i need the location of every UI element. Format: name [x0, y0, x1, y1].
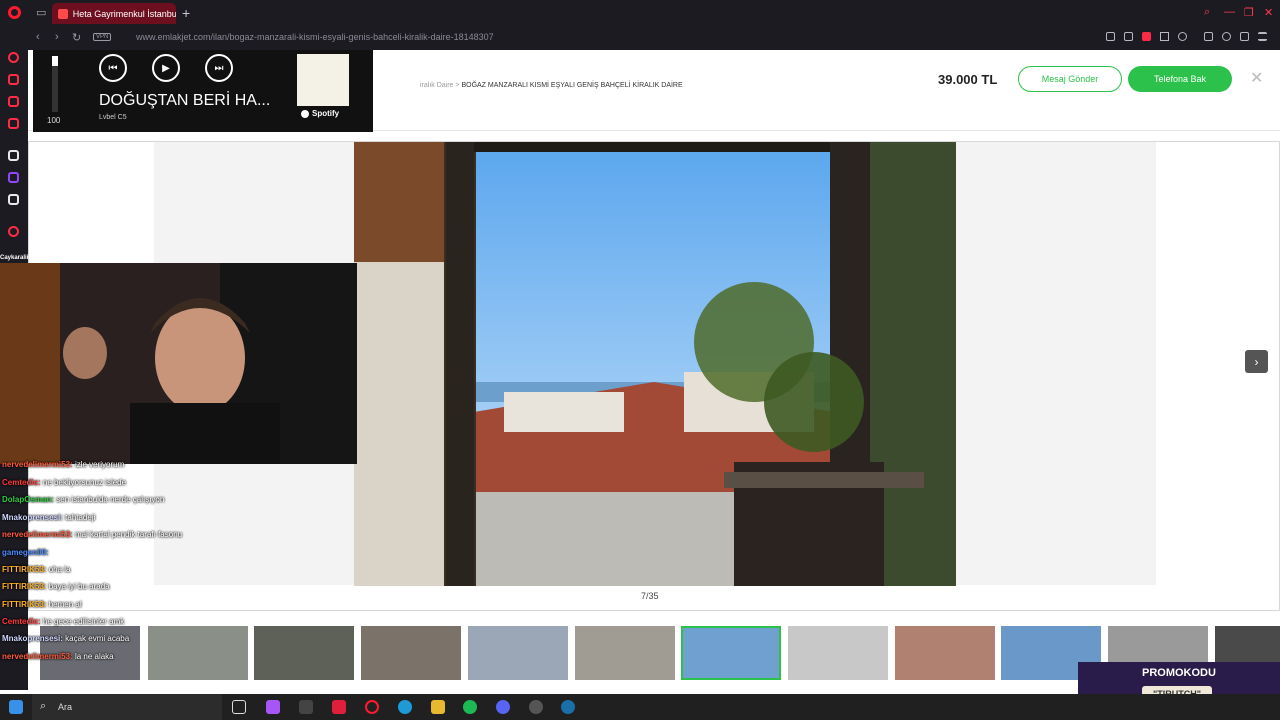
obs-icon[interactable]	[529, 700, 543, 714]
chat-message: nervedelimermi53: izle veriyorum	[2, 460, 125, 469]
app-icon[interactable]	[299, 700, 313, 714]
folder-icon[interactable]	[431, 700, 445, 714]
thumbnail[interactable]	[361, 626, 461, 680]
chat-message: nervedelimermi53: mal kartal pendik tara…	[2, 530, 183, 539]
opera-icon[interactable]	[365, 700, 379, 714]
search-icon[interactable]: ⌕	[1204, 6, 1210, 19]
new-tab-button[interactable]: +	[182, 5, 190, 21]
chat-message: gamegen00:	[2, 548, 49, 557]
instagram-icon[interactable]	[8, 96, 19, 107]
windows-icon[interactable]	[9, 700, 23, 714]
arc-icon[interactable]	[8, 150, 19, 161]
address-bar-row: ‹ › ↻ VPN www.emlakjet.com/ilan/bogaz-ma…	[0, 26, 1280, 50]
thumbnail[interactable]	[148, 626, 248, 680]
back-button[interactable]: ‹	[36, 31, 40, 43]
send-message-button[interactable]: Mesaj Gönder	[1018, 66, 1122, 92]
site-favicon-icon	[58, 8, 68, 19]
spotify-icon	[301, 109, 309, 118]
main-photo[interactable]	[354, 142, 956, 586]
previous-icon[interactable]: ⏮	[99, 54, 127, 82]
chat-message: DolapOsman: sen istanbulda nerde çalışıy…	[2, 495, 165, 504]
chat-message: FITTIRIK53: hemen al	[2, 600, 82, 609]
snapshot-icon[interactable]	[1124, 32, 1133, 41]
chat-message: Mnakoprensesi: kaçak evmi acaba	[2, 634, 130, 643]
track-artist: Lvbel C5	[99, 114, 127, 121]
thumbnail[interactable]	[575, 626, 675, 680]
thumbnail[interactable]	[895, 626, 995, 680]
twitch-icon[interactable]	[8, 172, 19, 183]
url-field[interactable]: www.emlakjet.com/ilan/bogaz-manzarali-ki…	[136, 32, 494, 42]
thumbnail[interactable]	[468, 626, 568, 680]
promo-title: PROMOKODU	[1142, 667, 1216, 679]
close-icon[interactable]: ✕	[1250, 68, 1263, 88]
tab-manager-icon[interactable]: ▭	[36, 6, 46, 19]
heart-icon[interactable]	[1178, 32, 1187, 41]
chevron-right-icon[interactable]: ›	[1245, 350, 1268, 373]
shield-icon[interactable]	[1142, 32, 1151, 41]
discord-icon[interactable]	[496, 700, 510, 714]
breadcrumb-separator: >	[455, 82, 460, 89]
breadcrumb-current: BOĞAZ MANZARALI KISMİ EŞYALI GENİŞ BAHÇE…	[461, 82, 683, 89]
next-track-icon[interactable]: ⏭	[205, 54, 233, 82]
thumbnail[interactable]	[788, 626, 888, 680]
download-icon[interactable]	[1240, 32, 1249, 41]
maximize-button[interactable]: ❐	[1244, 6, 1254, 19]
volume-fill	[52, 56, 58, 66]
spotify-logo: Spotify	[301, 109, 339, 118]
account-icon[interactable]	[1222, 32, 1231, 41]
copilot-icon[interactable]	[266, 700, 280, 714]
show-phone-button[interactable]: Telefona Bak	[1128, 66, 1232, 92]
spotify-widget: 100 ⏮ ▶ ⏭ DOĞUŞTAN BERİ HA... Lvbel C5 S…	[33, 50, 373, 132]
thumbnail[interactable]	[254, 626, 354, 680]
volume-value: 100	[47, 116, 61, 125]
x-icon[interactable]	[8, 194, 19, 205]
spotify-icon[interactable]	[463, 700, 477, 714]
pin-icon[interactable]	[1106, 32, 1115, 41]
browser-tab-active[interactable]: Heta Gayrimenkul İstanbul	[52, 3, 176, 24]
opera-icon[interactable]	[8, 6, 21, 19]
webcam-overlay	[0, 263, 357, 464]
windows-taskbar: ⌕ Ara	[0, 694, 1280, 720]
play-icon[interactable]	[1160, 32, 1169, 41]
breadcrumb-previous[interactable]: iralık Daire	[420, 82, 453, 89]
breadcrumb: iralık Daire > BOĞAZ MANZARALI KISMİ EŞY…	[420, 82, 683, 89]
search-icon: ⌕	[40, 700, 47, 712]
chat-message: FITTIRIK53: baya iyi bu arada	[2, 582, 110, 591]
track-title: DOĞUŞTAN BERİ HA...	[99, 92, 271, 109]
aria-icon[interactable]	[8, 52, 19, 63]
chat-message: FITTIRIK53: oha la	[2, 565, 71, 574]
play-button[interactable]: ▶	[152, 54, 180, 82]
photo-counter: 7/35	[641, 591, 659, 601]
steam-icon[interactable]	[561, 700, 575, 714]
chat-message: nervedelimermi53: la ne alaka	[2, 652, 114, 661]
browser-tab-bar: ▭ Heta Gayrimenkul İstanbul + ⌕ — ❐ ✕	[0, 0, 1280, 26]
forward-button[interactable]: ›	[55, 31, 59, 43]
album-art	[297, 54, 349, 106]
tab-title: Heta Gayrimenkul İstanbul	[72, 8, 176, 19]
messenger-icon[interactable]	[8, 74, 19, 85]
menu-icon[interactable]	[1258, 32, 1267, 41]
thumbnail-active[interactable]	[681, 626, 781, 680]
taskbar-search[interactable]: ⌕ Ara	[32, 694, 222, 720]
chat-message: Mnakoprensesi: tahtadeji	[2, 513, 96, 522]
history-icon[interactable]	[8, 226, 19, 237]
vpn-badge[interactable]: VPN	[93, 33, 112, 41]
balcony-view-image	[354, 142, 956, 586]
task-view-icon[interactable]	[232, 700, 246, 714]
listing-price: 39.000 TL	[938, 72, 998, 87]
chat-message: Cemtedic: ne bekliyorsunuz islede	[2, 478, 127, 487]
reload-button[interactable]: ↻	[72, 31, 81, 44]
cam-username: Caykaralii61	[0, 255, 36, 261]
webcam-feed	[0, 263, 357, 464]
email-icon[interactable]	[8, 118, 19, 129]
chat-message: Cemtedic: he gece edilisinler amk	[2, 617, 125, 626]
minimize-button[interactable]: —	[1224, 6, 1235, 18]
puzzle-icon[interactable]	[1204, 32, 1213, 41]
close-window-button[interactable]: ✕	[1264, 6, 1273, 19]
media-icon[interactable]	[332, 700, 346, 714]
edge-icon[interactable]	[398, 700, 412, 714]
volume-slider[interactable]: 100	[43, 56, 68, 128]
taskbar-search-label: Ara	[58, 702, 73, 712]
